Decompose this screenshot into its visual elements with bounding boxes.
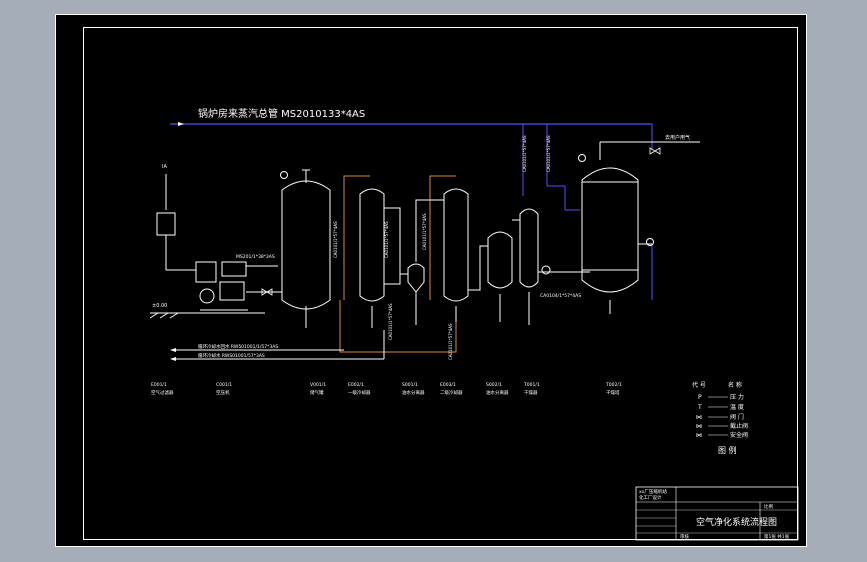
legend-code: ⋈ (696, 432, 702, 439)
sign-label: 审核 (680, 533, 689, 540)
air-pipe-label: MS201/1*38*3AS (236, 254, 275, 260)
equipment-tag: S001/1 (402, 382, 418, 388)
cooling-supply-label: 循环冷却水 RWS01001/57*3AS (198, 352, 265, 359)
cooling-return-label: 循环冷却水回水 RW501001/1/57*3AS (198, 343, 278, 350)
legend-code: ⋈ (696, 423, 702, 430)
company-line-1: xx厂压缩机站 (639, 488, 667, 495)
equipment-tag: E002/1 (348, 382, 364, 388)
compressor-icon (199, 288, 215, 304)
legend-code: T (697, 404, 702, 411)
pressure-gauge-icon (280, 171, 288, 179)
process-flow-diagram: 锅炉房来蒸汽总管 MS2010133*4AS 去用户用气 IA ±0.00 MS… (149, 107, 799, 541)
equipment-tag: T001/1 (523, 382, 540, 388)
to-user-label: 去用户用气 (665, 134, 690, 141)
flow-arrow-icon (170, 357, 176, 361)
equipment-name: 空气过滤器 (151, 389, 174, 396)
temperature-gauge-icon (578, 154, 586, 162)
vent-label: IA (162, 164, 167, 170)
equipment-tag: T002/1 (605, 382, 622, 388)
line-label: CA0101/1*57*4AS (333, 221, 338, 258)
oil-separator-2 (487, 231, 513, 289)
legend-name: 安全阀 (730, 431, 748, 439)
equipment-tag: C001/1 (216, 382, 232, 388)
diagram-title: 空气净化系统流程图 (696, 516, 777, 528)
equipment-labels: E001/1 空气过滤器 C001/1 空压机 V001/1 储气罐 E002/… (151, 382, 622, 396)
legend-header-name: 名 称 (728, 381, 742, 389)
line-label: CA0101/1*57*4AS (448, 323, 453, 360)
second-cooler (443, 188, 469, 302)
equipment-name: 一级冷却器 (348, 389, 371, 396)
flow-arrow-icon (170, 348, 176, 352)
air-receiver-tank (281, 180, 331, 310)
main-pipe-label: 锅炉房来蒸汽总管 MS2010133*4AS (198, 107, 365, 120)
line-label: CA0101/1*57*4AS (546, 135, 551, 172)
legend: 代 号 名 称 P 压 力 T 温 度 ⋈ 阀 门 ⋈ 截止阀 ⋈ 安全阀 图 … (692, 381, 748, 455)
equipment-name: 空压机 (216, 389, 230, 396)
title-block: xx厂压缩机站 化工厂设计 比例 空气净化系统流程图 第1张 共1张 审核 (635, 486, 799, 541)
air-filter-vessel (156, 212, 176, 236)
legend-code: ⋈ (696, 414, 702, 421)
equipment-name: 油水分离器 (402, 389, 425, 396)
legend-name: 压 力 (730, 393, 744, 401)
drying-tower (581, 167, 639, 293)
equipment-tag: V001/1 (310, 382, 326, 388)
cad-drawing-canvas: 锅炉房来蒸汽总管 MS2010133*4AS 去用户用气 IA ±0.00 MS… (0, 0, 867, 562)
equipment-name: 储气罐 (310, 389, 324, 396)
legend-name: 温 度 (730, 403, 744, 411)
equipment-name: 油水分离器 (486, 389, 509, 396)
oil-separator-1 (407, 263, 425, 293)
hot-line-1 (343, 175, 370, 300)
equipment-tag: E001/1 (151, 382, 167, 388)
line-label: CA0101/1*57*4AS (422, 213, 427, 250)
dryer-column (519, 208, 539, 288)
ground-label: ±0.00 (152, 303, 167, 309)
equipment-name: 干燥塔 (606, 389, 620, 396)
valve-icon (649, 147, 661, 155)
line-label: CA0101/1*57*4AS (388, 303, 393, 340)
legend-title: 图 例 (718, 445, 737, 455)
legend-header-code: 代 号 (692, 381, 706, 389)
air-outlet-label: CA0104/1*57*4AS (540, 293, 581, 299)
pressure-gauge-icon (541, 265, 551, 275)
legend-code: P (698, 394, 702, 401)
equipment-name: 二级冷却器 (440, 389, 463, 396)
company-line-2: 化工厂设计 (639, 494, 662, 501)
legend-name: 阀 门 (730, 413, 744, 421)
legend-name: 截止阀 (730, 422, 748, 430)
scale-label: 比例 (764, 503, 773, 510)
flow-arrow-icon (178, 122, 184, 126)
line-label: CA0101/1*57*4AS (384, 221, 389, 258)
hot-line-2 (429, 175, 456, 300)
equipment-tag: E003/1 (440, 382, 456, 388)
first-cooler (359, 188, 385, 302)
cooling-return-line (339, 300, 457, 353)
equipment-name: 干燥器 (524, 389, 538, 396)
equipment-tag: S002/1 (486, 382, 502, 388)
sheet-label: 第1张 共1张 (764, 533, 790, 540)
line-label: CA0101/1*57*4AS (522, 135, 527, 172)
